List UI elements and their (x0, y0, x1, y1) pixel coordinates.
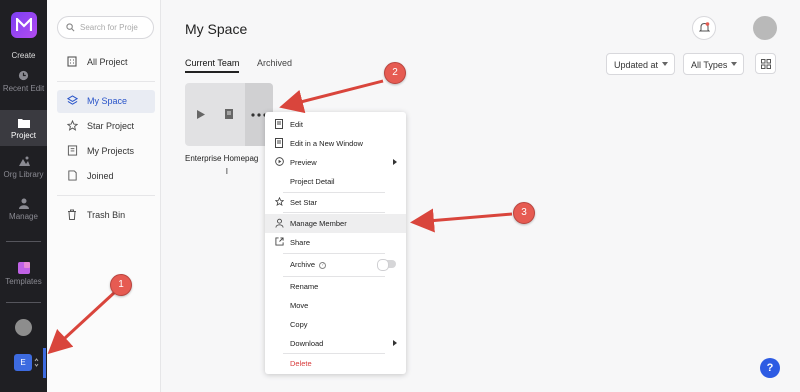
annotation-badge-1: 1 (110, 274, 132, 296)
annotation-arrow-1 (47, 290, 117, 355)
annotation-badge-2: 2 (384, 62, 406, 84)
annotation-arrow-2 (279, 79, 384, 114)
annotation-arrows (47, 79, 513, 355)
help-button[interactable]: ? (760, 358, 780, 378)
annotation-badge-3: 3 (513, 202, 535, 224)
annotation-arrow-3 (410, 208, 513, 233)
